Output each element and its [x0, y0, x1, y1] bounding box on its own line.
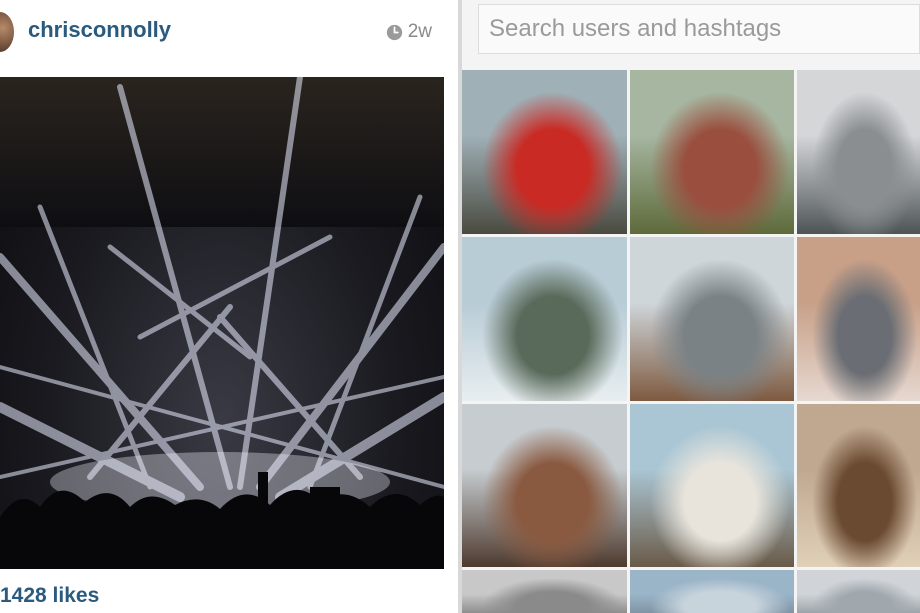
tile-laptop-flowers[interactable] — [797, 237, 920, 401]
post-username[interactable]: chrisconnolly — [28, 17, 171, 43]
explore-panel — [462, 0, 920, 613]
tile-brick-tower[interactable] — [630, 70, 794, 234]
tile-lighthouse[interactable] — [630, 404, 794, 567]
feed-panel: chrisconnolly 2w 1428 likes — [0, 0, 458, 613]
tile-guitar[interactable] — [797, 404, 920, 567]
tile-bottom-1[interactable] — [462, 570, 627, 613]
post-timestamp: 2w — [386, 21, 432, 43]
clock-icon — [386, 24, 402, 40]
tile-glass-dome[interactable] — [630, 237, 794, 401]
time-label: 2w — [407, 21, 432, 42]
tile-bottom-2[interactable] — [630, 570, 794, 613]
concert-light-beams — [0, 77, 444, 569]
likes-count[interactable]: 1428 likes — [0, 584, 99, 608]
tile-stone-wall[interactable] — [462, 404, 627, 567]
tile-bottom-3[interactable] — [797, 570, 920, 613]
post-header: chrisconnolly 2w — [0, 0, 458, 64]
tile-city-aerial[interactable] — [797, 70, 920, 234]
explore-photo-grid — [462, 70, 920, 613]
tile-snowy-mountains[interactable] — [462, 237, 627, 401]
tile-red-beetle[interactable] — [462, 70, 627, 234]
avatar[interactable] — [0, 12, 14, 52]
search-input[interactable] — [478, 4, 920, 54]
post-photo-concert[interactable] — [0, 77, 444, 569]
